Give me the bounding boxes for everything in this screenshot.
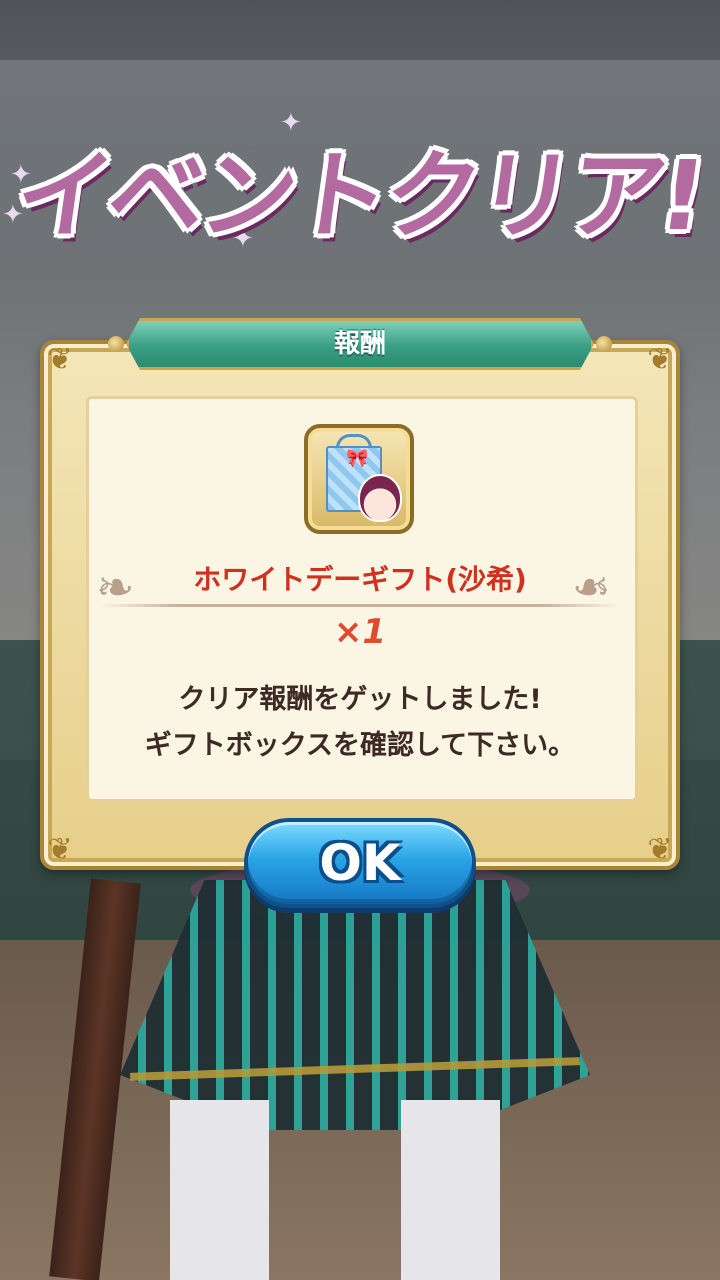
reward-item-quantity: ×1	[333, 612, 387, 652]
header-knob-left	[108, 336, 124, 352]
corner-ornament-icon: ❦	[47, 832, 73, 867]
reward-message-line1: クリア報酬をゲットしました!	[178, 684, 542, 715]
reward-message-line2: ギフトボックスを確認して下さい。	[144, 730, 576, 761]
item-divider	[100, 604, 620, 607]
ok-button-label: OK	[319, 834, 401, 892]
corner-ornament-icon: ❦	[647, 832, 673, 867]
character-face-icon	[358, 474, 402, 522]
gift-bag-icon: 🎀	[304, 424, 414, 534]
ribbon-icon: 🎀	[346, 448, 369, 469]
corner-ornament-icon: ❦	[47, 342, 73, 377]
header-knob-right	[596, 336, 612, 352]
character-legs	[170, 1100, 500, 1280]
dialog-header-title: 報酬	[333, 329, 386, 359]
character-skirt	[120, 880, 590, 1130]
corner-ornament-icon: ❦	[647, 342, 673, 377]
event-clear-title: イベントクリア!	[9, 140, 709, 252]
ok-button[interactable]: OK	[244, 818, 476, 908]
reward-item-name: ホワイトデーギフト(沙希)	[193, 563, 527, 596]
